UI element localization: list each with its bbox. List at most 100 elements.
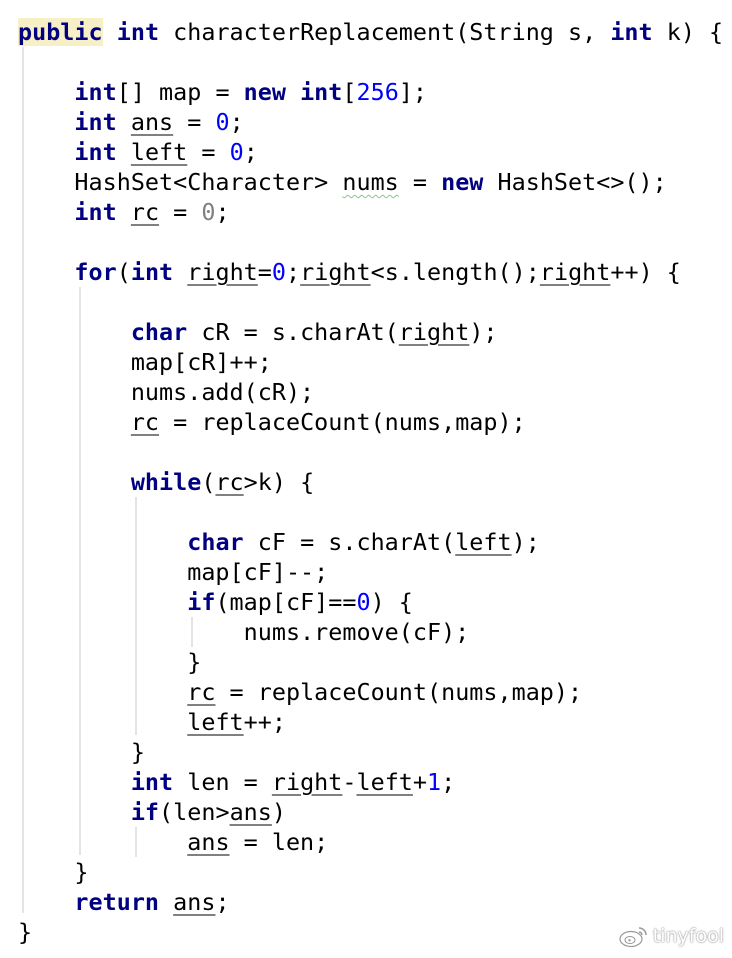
token-text: = [173,108,216,136]
code-line[interactable]: int ans = 0; [18,107,723,137]
token-text: ); [469,318,498,346]
token-kw: int [74,138,117,166]
token-field: left [356,768,413,796]
token-text: ) { [370,588,413,616]
token-field: left [130,138,188,166]
token-text: ; [215,198,230,226]
token-text: >k) { [243,468,315,496]
token-kw: if [130,798,160,826]
token-text: [] map = [116,78,244,106]
code-line[interactable]: int[] map = new int[256]; [18,77,723,107]
code-line[interactable]: map[cF]--; [18,557,723,587]
code-line[interactable]: rc = replaceCount(nums,map); [18,677,723,707]
code-line[interactable]: if(len>ans) [18,797,723,827]
code-line[interactable]: int left = 0; [18,137,723,167]
token-text: (map[cF]== [215,588,357,616]
code-line[interactable]: } [18,647,723,677]
token-field: rc [130,408,160,436]
token-text: ); [511,528,540,556]
token-field: left [187,708,244,736]
code-line[interactable]: nums.add(cR); [18,377,723,407]
token-text: = replaceCount(nums,map); [215,678,583,706]
code-line[interactable]: int len = right-left+1; [18,767,723,797]
token-text: (len> [159,798,230,826]
token-text: = [257,258,272,286]
token-text: len = [173,768,272,796]
code-line[interactable]: } [18,737,723,767]
token-text: = [187,138,230,166]
token-kw: for [74,258,117,286]
code-line[interactable]: for(int right=0;right<s.length();right++… [18,257,723,287]
watermark-text: tinyfool [652,925,724,947]
code-editor[interactable]: public int characterReplacement(String s… [0,0,732,958]
token-field: left [455,528,512,556]
token-text: nums.remove(cF); [18,618,470,646]
code-line[interactable] [18,47,723,77]
code-line[interactable] [18,497,723,527]
token-text: k) { [652,18,724,46]
code-line[interactable]: HashSet<Character> nums = new HashSet<>(… [18,167,723,197]
code-line[interactable]: } [18,917,723,947]
code-line[interactable]: rc = replaceCount(nums,map); [18,407,723,437]
token-kw: int [130,258,174,286]
code-line[interactable]: left++; [18,707,723,737]
token-text: } [18,918,33,946]
token-text: = len; [229,828,329,856]
code-line[interactable] [18,437,723,467]
token-text: - [342,768,357,796]
token-kw: char [187,528,244,556]
token-text: <s.length(); [370,258,540,286]
token-text: map[cR]++; [18,348,272,376]
code-line[interactable]: char cF = s.charAt(left); [18,527,723,557]
token-text: characterReplacement(String s, [159,18,611,46]
code-text[interactable]: public int characterReplacement(String s… [18,17,723,947]
token-kw: return [74,888,160,916]
code-line[interactable]: map[cR]++; [18,347,723,377]
token-text: + [412,768,428,796]
token-kw: new [441,168,484,196]
code-line[interactable] [18,287,723,317]
code-line[interactable]: public int characterReplacement(String s… [18,17,723,47]
token-num: 0 [356,588,371,616]
token-kw: int [610,18,653,46]
code-line[interactable]: } [18,857,723,887]
token-text: = replaceCount(nums,map); [159,408,526,436]
code-line[interactable]: int rc = 0; [18,197,723,227]
token-text: ]; [398,78,428,106]
token-text: HashSet<Character> [18,168,343,196]
token-warn: nums [342,168,399,196]
token-text: ; [441,768,456,796]
code-line[interactable]: nums.remove(cF); [18,617,723,647]
code-line[interactable]: return ans; [18,887,723,917]
code-line[interactable]: if(map[cF]==0) { [18,587,723,617]
token-text: } [18,738,145,766]
token-kw: int [74,108,117,136]
token-field: rc [187,678,216,706]
code-line[interactable]: ans = len; [18,827,723,857]
code-line[interactable] [18,227,723,257]
token-text: HashSet<>(); [483,168,667,196]
token-text: cF = s.charAt( [243,528,456,556]
token-text: ; [229,108,244,136]
code-line[interactable]: while(rc>k) { [18,467,723,497]
token-field: right [539,258,611,286]
token-text: = [398,168,442,196]
token-kw: new [243,78,286,106]
token-num: 0 [229,138,244,166]
token-kw: int [116,18,160,46]
token-kw: int [300,78,343,106]
token-field: ans [187,828,230,856]
token-text: = [159,198,202,226]
code-line[interactable]: char cR = s.charAt(right); [18,317,723,347]
